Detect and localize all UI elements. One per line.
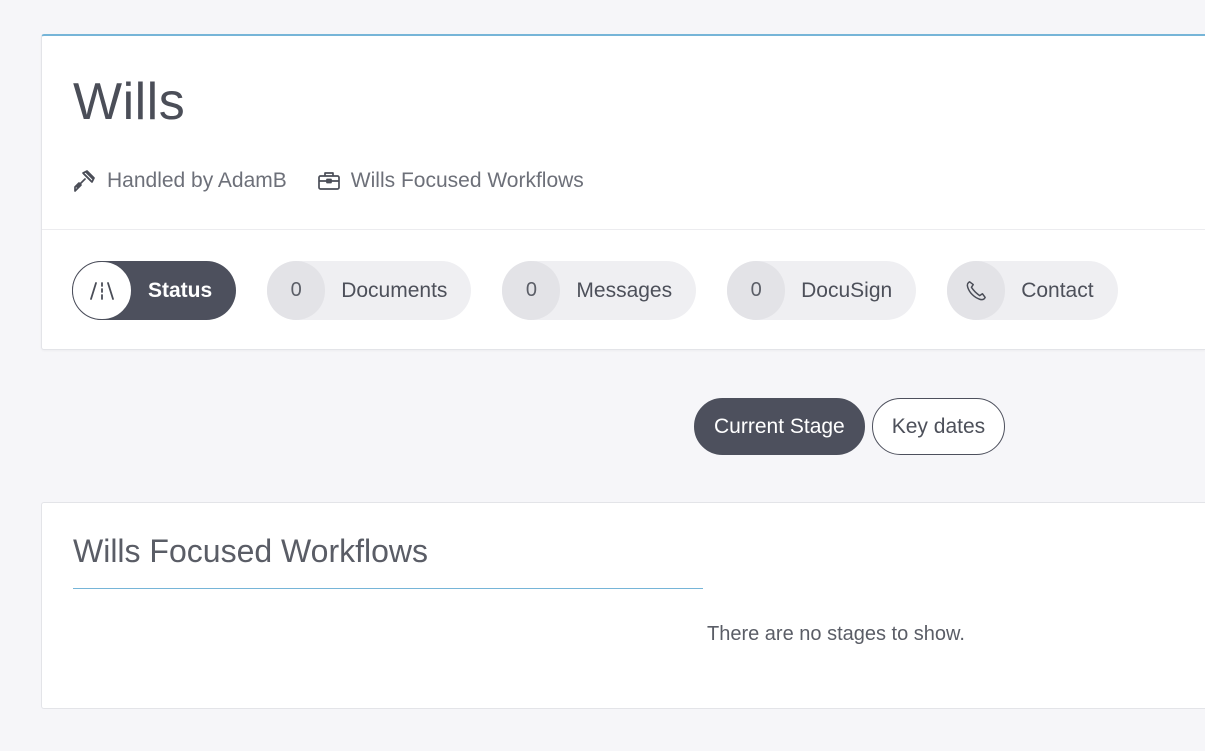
view-toggle: Current Stage Key dates	[694, 398, 1012, 455]
key-dates-button[interactable]: Key dates	[871, 398, 1006, 455]
road-icon	[72, 261, 132, 320]
current-stage-button[interactable]: Current Stage	[694, 398, 865, 455]
matter-header-card: Wills Handled by AdamB Wills Focused Wor…	[41, 34, 1205, 350]
tab-documents[interactable]: 0 Documents	[267, 261, 472, 320]
page: Wills Handled by AdamB Wills Focused Wor…	[0, 0, 1205, 751]
page-title: Wills	[73, 73, 186, 131]
tab-docusign[interactable]: 0 DocuSign	[727, 261, 917, 320]
tab-status-label: Status	[148, 278, 213, 302]
workflow-type-text: Wills Focused Workflows	[350, 169, 584, 192]
workflow-type: Wills Focused Workflows	[317, 169, 584, 193]
matter-tabs: Status 0 Documents 0 Messages 0 DocuSign	[72, 261, 1149, 320]
tab-contact[interactable]: Contact	[947, 261, 1118, 320]
tab-contact-label: Contact	[1021, 278, 1094, 302]
messages-count-badge: 0	[502, 261, 561, 320]
workflow-title-underline	[73, 588, 703, 589]
tab-messages[interactable]: 0 Messages	[502, 261, 697, 320]
empty-stages-message: There are no stages to show.	[707, 623, 965, 645]
matter-meta: Handled by AdamB Wills Focused Workflows	[73, 169, 614, 193]
docusign-count-badge: 0	[727, 261, 786, 320]
handled-by: Handled by AdamB	[73, 169, 287, 193]
header-divider	[42, 229, 1205, 230]
tab-status[interactable]: Status	[72, 261, 237, 320]
gavel-icon	[74, 170, 95, 192]
workflow-card: Wills Focused Workflows There are no sta…	[41, 502, 1205, 709]
handled-by-text: Handled by AdamB	[107, 169, 287, 192]
tab-documents-label: Documents	[341, 278, 448, 302]
documents-count-badge: 0	[267, 261, 326, 320]
phone-icon	[947, 261, 1006, 320]
tab-messages-label: Messages	[576, 278, 673, 302]
workflow-title: Wills Focused Workflows	[73, 533, 429, 569]
tab-docusign-label: DocuSign	[801, 278, 893, 302]
briefcase-icon	[317, 172, 340, 190]
